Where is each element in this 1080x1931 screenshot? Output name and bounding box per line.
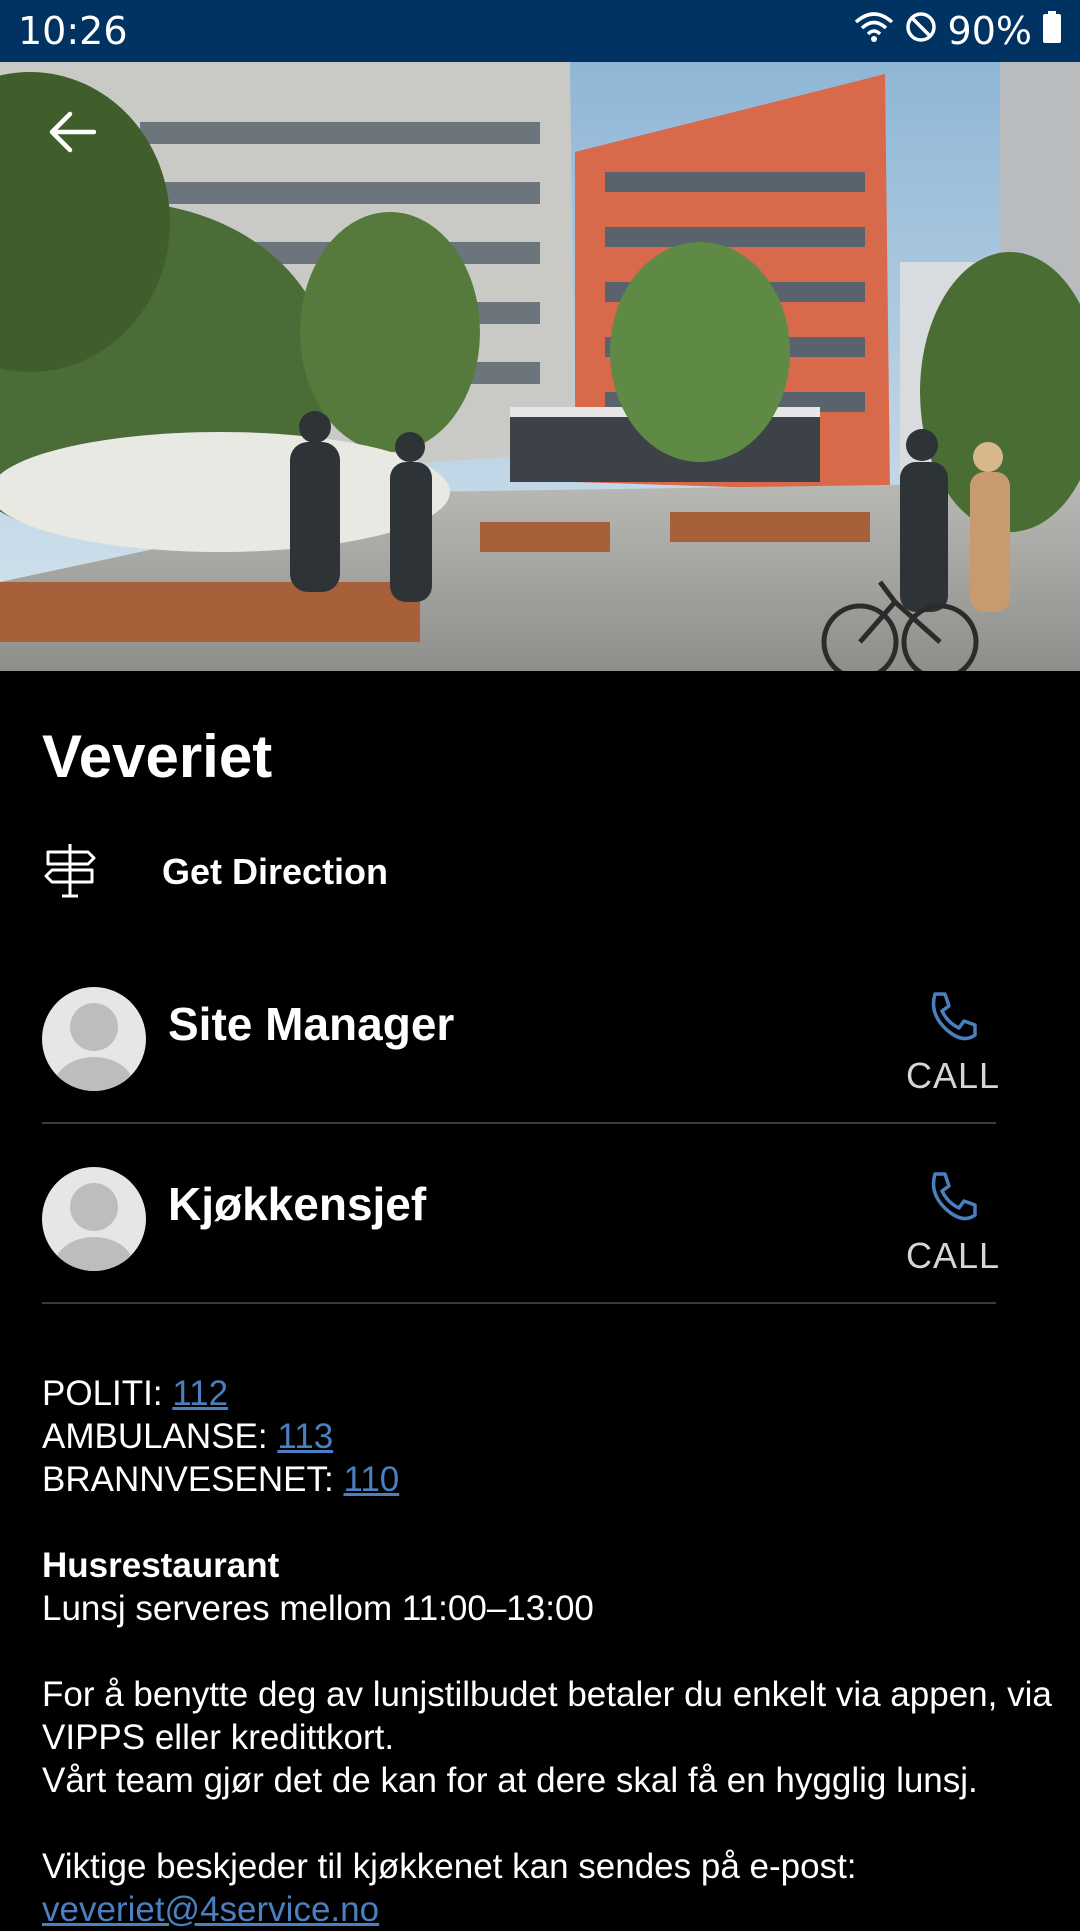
restaurant-text: For å benytte deg av lunjstilbudet betal… — [42, 1675, 1052, 1757]
emergency-line-brannvesenet: BRANNVESENET: 110 — [42, 1458, 1052, 1501]
restaurant-heading: Husrestaurant — [42, 1546, 280, 1585]
arrow-left-icon — [48, 110, 97, 159]
signpost-icon — [42, 842, 98, 903]
phone-link[interactable]: 113 — [277, 1417, 333, 1456]
status-icons: 90% — [854, 9, 1062, 53]
phone-icon — [923, 992, 979, 1048]
emergency-line-ambulanse: AMBULANSE: 113 — [42, 1415, 1052, 1458]
status-time: 10:26 — [18, 9, 128, 53]
call-label: CALL — [906, 1055, 1001, 1096]
contact-name: Site Manager — [168, 998, 455, 1050]
email-link[interactable]: veveriet@4service.no — [42, 1890, 379, 1929]
emergency-label: BRANNVESENET: — [42, 1460, 344, 1499]
avatar — [42, 1167, 146, 1271]
back-button[interactable] — [42, 104, 102, 164]
phone-link[interactable]: 110 — [343, 1460, 399, 1499]
restaurant-text: Vårt team gjør det de kan for at dere sk… — [42, 1761, 978, 1800]
wifi-icon — [854, 9, 894, 53]
building-courtyard-photo — [0, 62, 1080, 671]
battery-icon — [1042, 9, 1062, 53]
info-section: POLITI: 112 AMBULANSE: 113 BRANNVESENET:… — [42, 1372, 1052, 1931]
restaurant-text: Viktige beskjeder til kjøkkenet kan send… — [42, 1847, 857, 1886]
call-button[interactable]: CALL — [906, 990, 1001, 1097]
emergency-line-politi: POLITI: 112 — [42, 1372, 1052, 1415]
avatar — [42, 987, 146, 1091]
emergency-label: AMBULANSE: — [42, 1417, 278, 1456]
status-bar: 10:26 90% — [0, 0, 1080, 62]
phone-link[interactable]: 112 — [172, 1374, 228, 1413]
call-button[interactable]: CALL — [906, 1170, 1001, 1277]
phone-icon — [923, 1172, 979, 1228]
get-direction-button[interactable]: Get Direction — [42, 842, 388, 902]
get-direction-label: Get Direction — [162, 851, 389, 892]
do-not-disturb-icon — [904, 9, 938, 53]
call-label: CALL — [906, 1235, 1001, 1276]
contact-row-site-manager: Site Manager CALL — [42, 944, 1001, 1124]
battery-level: 90% — [947, 9, 1032, 53]
restaurant-hours: Lunsj serveres mellom 11:00–13:00 — [42, 1589, 594, 1628]
contact-row-kjokkensjef: Kjøkkensjef CALL — [42, 1124, 1001, 1304]
page-title: Veveriet — [42, 723, 273, 790]
contact-name: Kjøkkensjef — [168, 1178, 427, 1230]
emergency-label: POLITI: — [42, 1374, 173, 1413]
